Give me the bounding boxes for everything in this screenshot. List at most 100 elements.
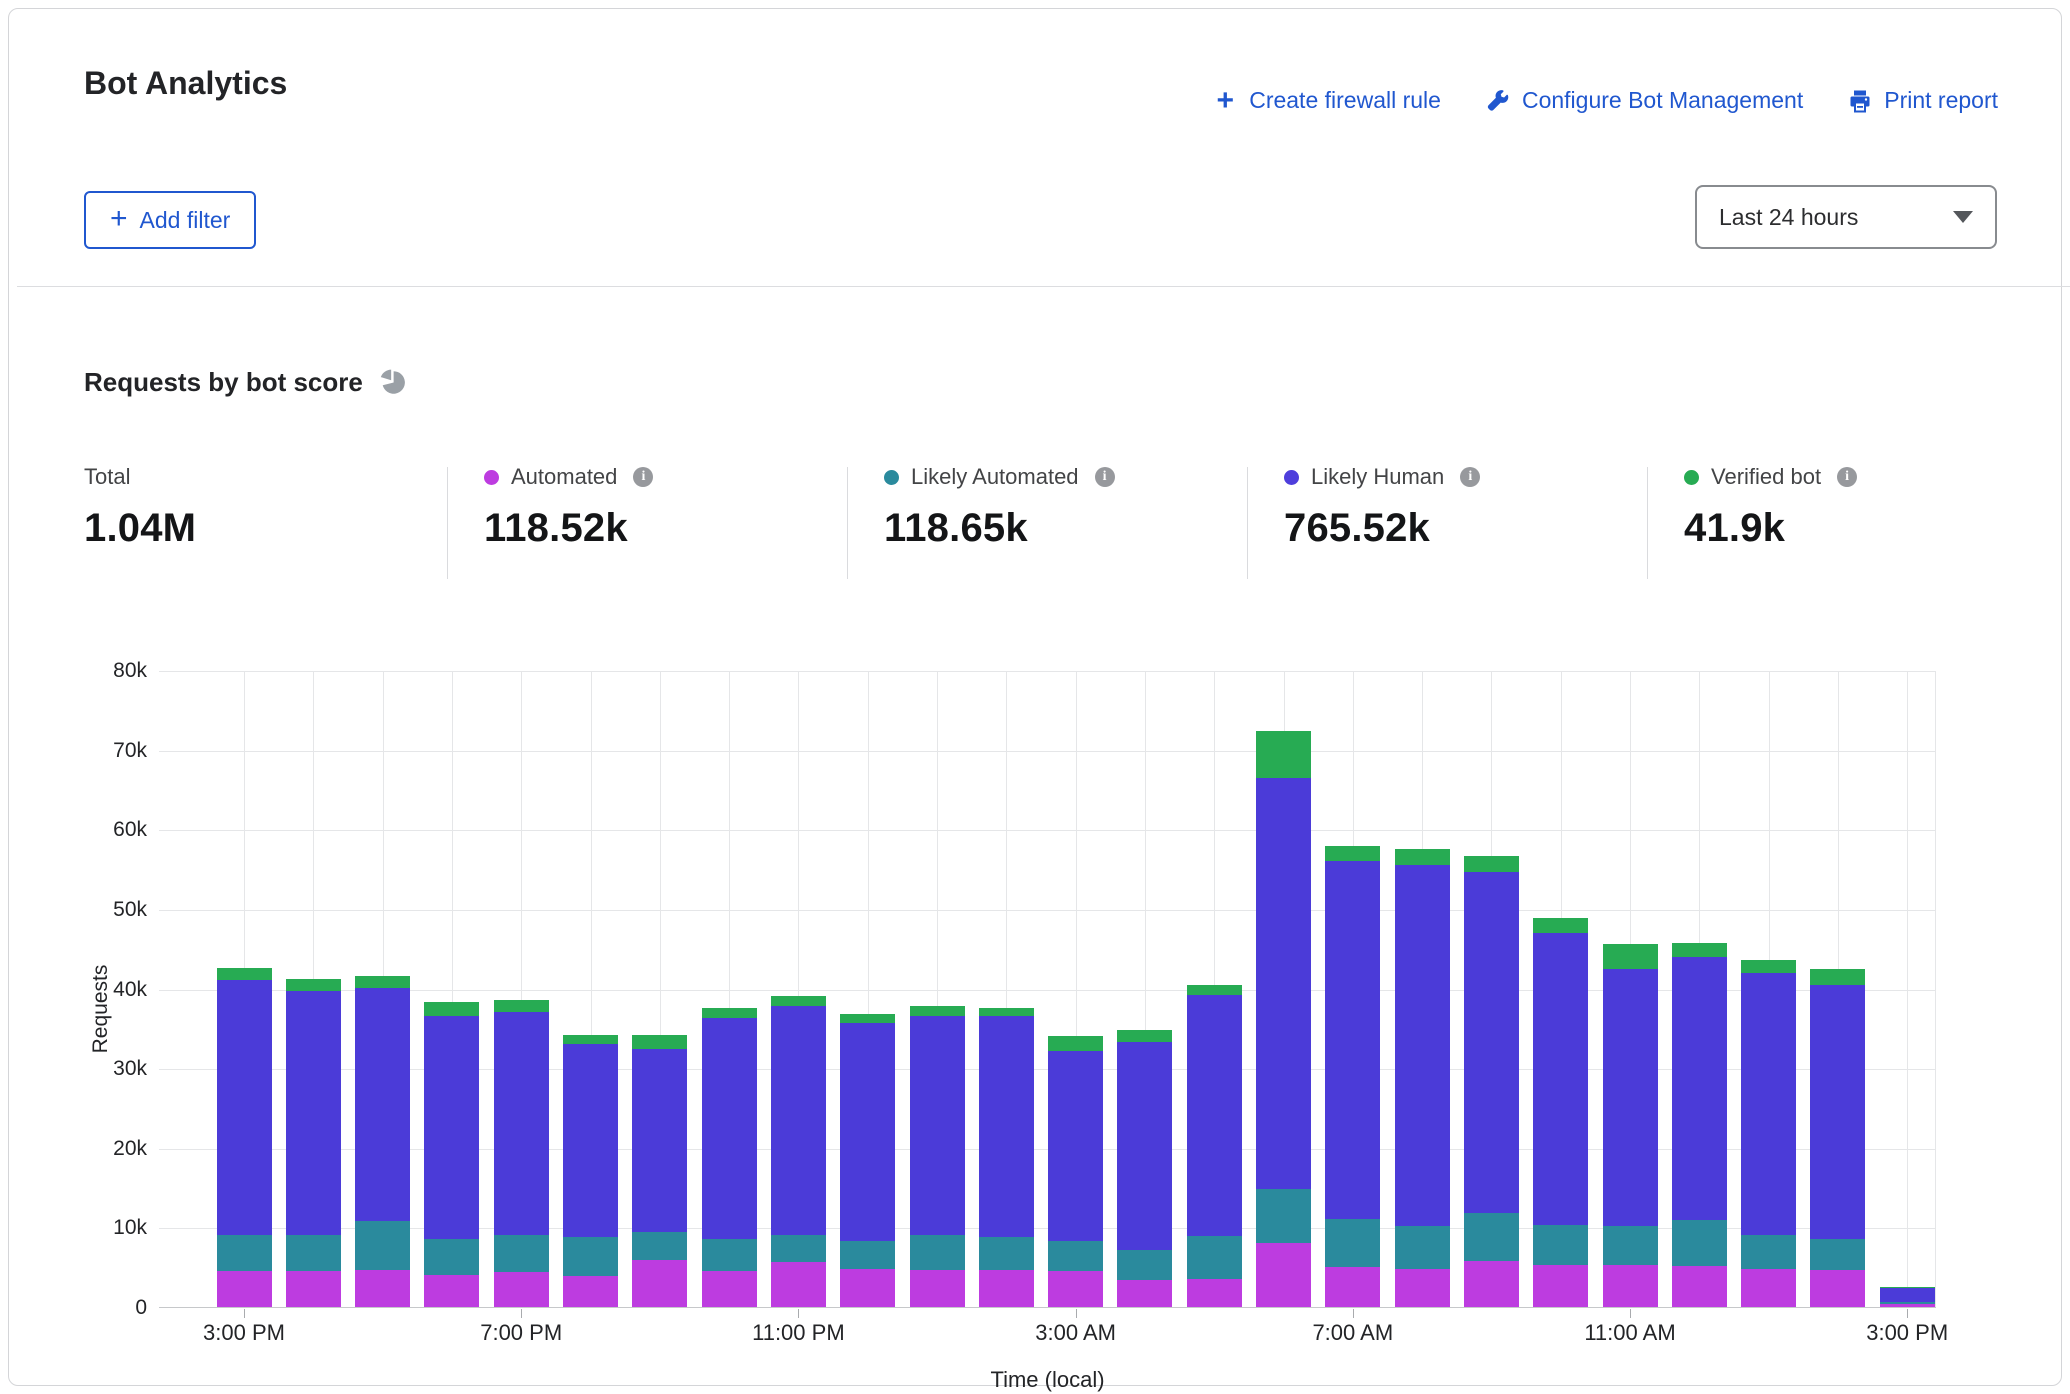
bar-800am[interactable] [1395,849,1450,1307]
info-icon[interactable]: i [1460,467,1480,487]
bar-segment-likely-automated[interactable] [771,1235,826,1262]
bar-segment-likely-human[interactable] [424,1016,479,1240]
bar-segment-automated[interactable] [910,1270,965,1307]
bar-1200am[interactable] [840,1014,895,1307]
bar-segment-likely-human[interactable] [840,1023,895,1241]
bar-1100pm[interactable] [771,996,826,1307]
bar-segment-likely-human[interactable] [1464,872,1519,1213]
bar-segment-verified-bot[interactable] [632,1035,687,1049]
bar-segment-likely-automated[interactable] [632,1232,687,1260]
bar-segment-verified-bot[interactable] [1048,1036,1103,1051]
bar-600am[interactable] [1256,731,1311,1307]
bar-segment-verified-bot[interactable] [217,968,272,980]
bar-segment-likely-automated[interactable] [494,1235,549,1272]
bar-segment-likely-human[interactable] [702,1018,757,1239]
bar-segment-likely-human[interactable] [1533,933,1588,1225]
bar-segment-verified-bot[interactable] [1533,918,1588,933]
bar-segment-verified-bot[interactable] [840,1014,895,1023]
bar-segment-verified-bot[interactable] [286,979,341,991]
info-icon[interactable]: i [1095,467,1115,487]
bar-100am[interactable] [910,1006,965,1307]
add-filter-button[interactable]: + Add filter [84,191,256,249]
bar-segment-likely-automated[interactable] [840,1241,895,1269]
bar-segment-likely-automated[interactable] [1464,1213,1519,1261]
bar-segment-verified-bot[interactable] [1464,856,1519,872]
bar-300pm[interactable] [1880,1287,1935,1307]
bar-segment-likely-human[interactable] [1810,985,1865,1239]
bar-segment-automated[interactable] [494,1272,549,1307]
bar-segment-automated[interactable] [1256,1243,1311,1307]
bar-segment-automated[interactable] [1810,1270,1865,1307]
bar-segment-automated[interactable] [286,1271,341,1307]
bar-segment-likely-automated[interactable] [1256,1189,1311,1243]
bar-700am[interactable] [1325,846,1380,1307]
bar-200pm[interactable] [1810,969,1865,1307]
bar-segment-automated[interactable] [217,1271,272,1307]
bar-segment-likely-automated[interactable] [1117,1250,1172,1279]
bar-segment-likely-human[interactable] [1048,1051,1103,1241]
bar-segment-likely-automated[interactable] [1325,1219,1380,1267]
bar-segment-likely-human[interactable] [217,980,272,1236]
header-action-create-firewall-rule[interactable]: +Create firewall rule [1212,87,1441,114]
bar-segment-likely-automated[interactable] [563,1237,618,1276]
bar-segment-likely-automated[interactable] [979,1237,1034,1270]
bar-segment-automated[interactable] [1325,1267,1380,1307]
bar-segment-verified-bot[interactable] [1187,985,1242,995]
bar-segment-verified-bot[interactable] [910,1006,965,1016]
bar-segment-verified-bot[interactable] [1672,943,1727,957]
bar-segment-likely-automated[interactable] [1603,1226,1658,1265]
bar-segment-automated[interactable] [1048,1271,1103,1307]
bar-400am[interactable] [1117,1030,1172,1307]
bar-400pm[interactable] [286,979,341,1307]
bar-segment-automated[interactable] [840,1269,895,1307]
bar-segment-verified-bot[interactable] [563,1035,618,1045]
header-action-print-report[interactable]: Print report [1847,87,1998,114]
bar-segment-automated[interactable] [1880,1304,1935,1307]
bar-500pm[interactable] [355,976,410,1307]
bar-segment-likely-automated[interactable] [286,1235,341,1271]
bar-1100am[interactable] [1603,944,1658,1307]
bar-segment-likely-human[interactable] [979,1016,1034,1237]
bar-segment-verified-bot[interactable] [355,976,410,988]
bar-segment-verified-bot[interactable] [702,1008,757,1018]
bar-segment-automated[interactable] [1464,1261,1519,1307]
bar-600pm[interactable] [424,1002,479,1307]
bar-segment-likely-automated[interactable] [910,1235,965,1270]
bar-segment-verified-bot[interactable] [1117,1030,1172,1042]
bar-segment-automated[interactable] [632,1260,687,1307]
bar-segment-likely-automated[interactable] [1810,1239,1865,1271]
bar-segment-likely-automated[interactable] [702,1239,757,1271]
bar-segment-likely-human[interactable] [563,1044,618,1237]
bar-segment-automated[interactable] [1741,1269,1796,1307]
bar-segment-likely-human[interactable] [1672,957,1727,1221]
bar-segment-automated[interactable] [1395,1269,1450,1307]
bar-segment-likely-automated[interactable] [355,1221,410,1270]
bar-200am[interactable] [979,1008,1034,1307]
bar-segment-automated[interactable] [1603,1265,1658,1307]
bar-segment-automated[interactable] [979,1270,1034,1307]
bar-900pm[interactable] [632,1035,687,1307]
bar-segment-likely-human[interactable] [1741,973,1796,1234]
bar-segment-likely-human[interactable] [1325,861,1380,1219]
bar-segment-verified-bot[interactable] [1395,849,1450,865]
bar-segment-likely-automated[interactable] [1533,1225,1588,1265]
bar-segment-likely-automated[interactable] [424,1239,479,1275]
bar-1200pm[interactable] [1672,943,1727,1307]
bar-segment-likely-human[interactable] [771,1006,826,1235]
bar-800pm[interactable] [563,1035,618,1307]
bar-segment-verified-bot[interactable] [494,1000,549,1012]
bar-segment-automated[interactable] [424,1275,479,1307]
bar-300pm[interactable] [217,968,272,1307]
time-range-select[interactable]: Last 24 hours [1695,185,1997,249]
bar-segment-likely-human[interactable] [1395,865,1450,1226]
bar-700pm[interactable] [494,1000,549,1307]
bar-segment-likely-human[interactable] [494,1012,549,1234]
bar-segment-verified-bot[interactable] [1810,969,1865,985]
bar-segment-likely-human[interactable] [910,1016,965,1236]
bar-segment-automated[interactable] [355,1270,410,1307]
bar-segment-likely-human[interactable] [286,991,341,1235]
bar-segment-likely-automated[interactable] [1741,1235,1796,1269]
header-action-configure-bot-management[interactable]: Configure Bot Management [1485,87,1803,114]
bar-900am[interactable] [1464,856,1519,1307]
bar-segment-likely-human[interactable] [355,988,410,1221]
